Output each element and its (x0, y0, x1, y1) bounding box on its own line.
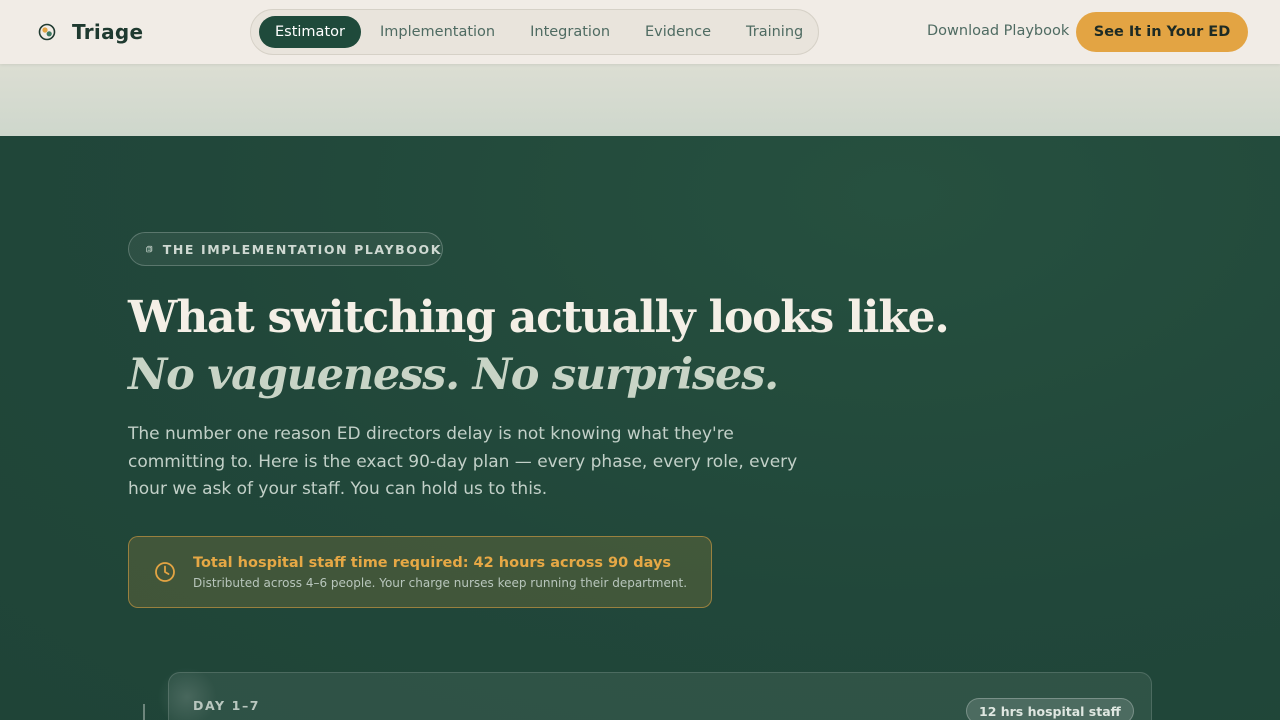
brand[interactable]: Triage (38, 20, 143, 44)
triage-logo-icon (38, 23, 56, 41)
callout-subtitle: Distributed across 4–6 people. Your char… (193, 576, 688, 590)
top-navbar: Triage Estimator Implementation Integrat… (0, 0, 1280, 64)
staff-time-callout: Total hospital staff time required: 42 h… (128, 536, 712, 608)
see-it-in-your-ed-button[interactable]: See It in Your ED (1076, 12, 1248, 52)
page-subtitle: No vagueness. No surprises. (128, 350, 779, 400)
primary-nav: Estimator Implementation Integration Evi… (250, 9, 819, 55)
page-title: What switching actually looks like. (128, 292, 950, 343)
hero-description: The number one reason ED directors delay… (128, 424, 798, 499)
callout-title: Total hospital staff time required: 42 h… (193, 555, 672, 571)
download-playbook-link[interactable]: Download Playbook (927, 23, 1069, 39)
eyebrow-pill: THE IMPLEMENTATION PLAYBOOK (128, 232, 443, 266)
phase-day-range: DAY 1–7 (193, 698, 261, 713)
phase-hours-badge: 12 hrs hospital staff (966, 698, 1134, 720)
tab-implementation[interactable]: Implementation (364, 16, 511, 48)
brand-name: Triage (72, 20, 144, 44)
tab-training[interactable]: Training (730, 16, 819, 48)
tab-integration[interactable]: Integration (514, 16, 626, 48)
tab-evidence[interactable]: Evidence (629, 16, 727, 48)
document-stack-icon (146, 245, 153, 253)
phase-card[interactable]: DAY 1–7 12 hrs hospital staff (157, 667, 1152, 720)
clock-icon (155, 562, 175, 582)
hero-top-band (0, 64, 1280, 136)
timeline-connector (143, 704, 145, 720)
tab-estimator[interactable]: Estimator (259, 16, 361, 48)
eyebrow-text: THE IMPLEMENTATION PLAYBOOK (162, 241, 442, 257)
